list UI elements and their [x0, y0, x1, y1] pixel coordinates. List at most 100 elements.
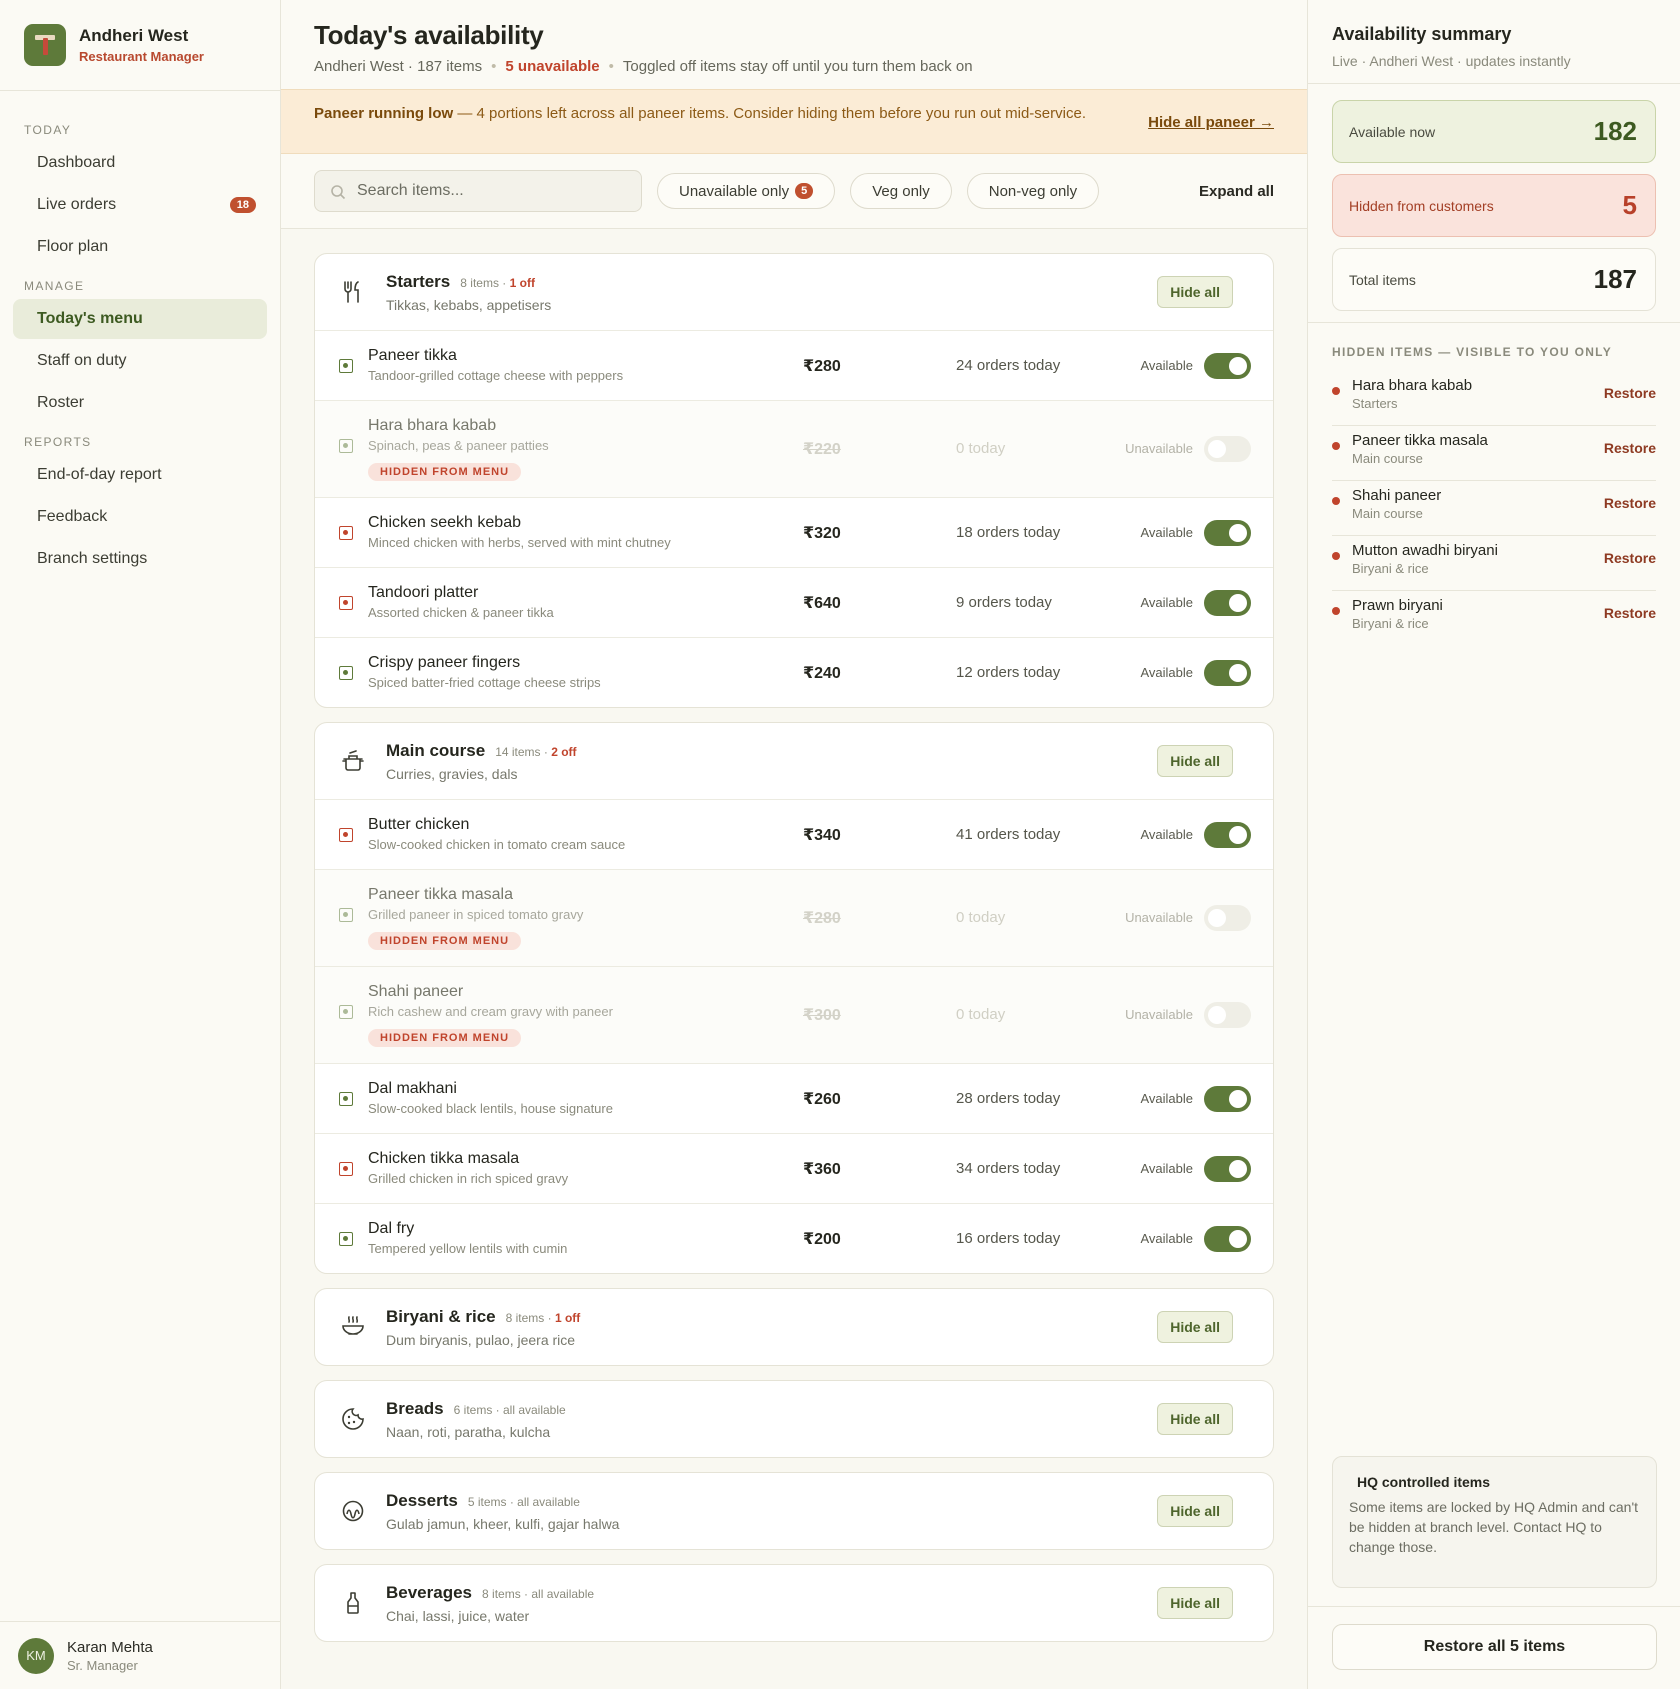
item-status: Available — [1140, 827, 1193, 842]
nav-section-label: TODAY — [24, 123, 72, 137]
hidden-item-name: Mutton awadhi biryani — [1352, 542, 1498, 559]
divider — [1308, 1606, 1680, 1607]
restore-all-button[interactable]: Restore all 5 items — [1332, 1624, 1657, 1670]
hidden-from-menu-badge: HIDDEN FROM MENU — [368, 1029, 522, 1047]
category-count: 14 items · — [495, 744, 552, 759]
bottle-icon — [347, 1592, 359, 1614]
brand-role: Restaurant Manager — [79, 49, 204, 64]
hidden-item-category: Main course — [1352, 451, 1423, 466]
category-title-line: Desserts 5 items · all available — [386, 1491, 619, 1511]
sidebar-item-feedback[interactable]: Feedback — [13, 497, 267, 537]
restore-button[interactable]: Restore — [1604, 605, 1656, 621]
hidden-items-list: Hara bhara kabab Starters Restore Paneer ti… — [1332, 371, 1656, 646]
brand: Andheri West Restaurant Manager — [0, 0, 280, 91]
item-orders-today: 28 orders today — [956, 1090, 1061, 1107]
sidebar-item-live-orders[interactable]: Live orders 18 — [13, 185, 267, 225]
sidebar-item-floor-plan[interactable]: Floor plan — [13, 227, 267, 267]
availability-toggle[interactable] — [1204, 1086, 1251, 1112]
category-header[interactable]: Main course 14 items · 2 off Curries, grav… — [315, 723, 1273, 799]
hidden-item-category: Starters — [1352, 396, 1398, 411]
sidebar-item-dashboard[interactable]: Dashboard — [13, 143, 267, 183]
sidebar-item-label: Live orders — [37, 196, 117, 213]
availability-toggle[interactable] — [1204, 1156, 1251, 1182]
item-price: ₹300 — [803, 1007, 841, 1024]
sidebar-item-branch-settings[interactable]: Branch settings — [13, 539, 267, 579]
restore-button[interactable]: Restore — [1604, 550, 1656, 566]
filter-unavailable-only[interactable]: Unavailable only 5 — [657, 173, 836, 209]
item-price: ₹200 — [803, 1231, 841, 1248]
category-description: Naan, roti, paratha, kulcha — [386, 1423, 551, 1440]
availability-toggle[interactable] — [1204, 822, 1251, 848]
category-description: Gulab jamun, kheer, kulfi, gajar halwa — [386, 1515, 620, 1532]
unavailable-count: 5 unavailable — [505, 58, 600, 75]
category-title-line: Main course 14 items · 2 off — [386, 741, 577, 761]
category-header[interactable]: Starters 8 items · 1 off Tikkas, kebabs, a… — [315, 254, 1273, 330]
menu-item-row: Paneer tikka masala Grilled paneer in spi… — [315, 869, 1273, 966]
category-text: Beverages 8 items · all available Chai, la… — [386, 1583, 594, 1624]
sidebar-item-today-s-menu[interactable]: Today's menu — [13, 299, 267, 339]
availability-toggle[interactable] — [1204, 353, 1251, 379]
availability-toggle[interactable] — [1204, 660, 1251, 686]
category-title-line: Breads 6 items · all available — [386, 1399, 566, 1419]
search-input[interactable]: Search items... — [314, 170, 642, 212]
hide-all-paneer-link[interactable]: Hide all paneer → — [1148, 114, 1274, 131]
availability-toggle[interactable] — [1204, 1226, 1251, 1252]
hide-all-button[interactable]: Hide all — [1157, 745, 1233, 777]
hq-title: HQ controlled items — [1357, 1474, 1491, 1490]
alert-message: — 4 portions left across all paneer item… — [453, 105, 1086, 122]
expand-all-button[interactable]: Expand all — [1199, 183, 1274, 200]
category-header[interactable]: Breads 6 items · all available Naan, roti,… — [315, 1381, 1273, 1457]
category-title-line: Starters 8 items · 1 off — [386, 272, 551, 292]
item-status: Available — [1140, 358, 1193, 373]
low-stock-alert: Paneer running low — 4 portions left acr… — [281, 89, 1307, 154]
summary-subtitle: Live · Andheri West · updates instantly — [1332, 53, 1571, 69]
category-header[interactable]: Desserts 5 items · all available Gulab jam… — [315, 1473, 1273, 1549]
filter-nonveg-only[interactable]: Non-veg only — [966, 173, 1100, 209]
sidebar-item-end-of-day-report[interactable]: End-of-day report — [13, 455, 267, 495]
nonveg-marker-icon — [339, 596, 353, 610]
category-header[interactable]: Biryani & rice 8 items · 1 off Dum biryani… — [315, 1289, 1273, 1365]
hidden-dot-icon — [1332, 387, 1340, 395]
restore-button[interactable]: Restore — [1604, 385, 1656, 401]
category-text: Main course 14 items · 2 off Curries, grav… — [386, 741, 577, 782]
hidden-item: Hara bhara kabab Starters Restore — [1332, 371, 1656, 426]
item-orders-today: 0 today — [956, 909, 1006, 926]
hide-all-button[interactable]: Hide all — [1157, 1587, 1233, 1619]
item-description: Minced chicken with herbs, served with m… — [368, 535, 671, 550]
sidebar-item-label: Floor plan — [37, 238, 109, 255]
item-name: Dal fry — [368, 1220, 415, 1237]
hidden-dot-icon — [1332, 607, 1340, 615]
category-header[interactable]: Beverages 8 items · all available Chai, la… — [315, 1565, 1273, 1641]
item-status: Available — [1140, 665, 1193, 680]
sidebar-item-staff-on-duty[interactable]: Staff on duty — [13, 341, 267, 381]
availability-toggle[interactable] — [1204, 905, 1251, 931]
item-description: Slow-cooked black lentils, house signatu… — [368, 1101, 613, 1116]
restore-button[interactable]: Restore — [1604, 440, 1656, 456]
user-profile[interactable]: KM Karan Mehta Sr. Manager — [0, 1621, 280, 1689]
stat-total-items: Total items 187 — [1332, 248, 1656, 311]
availability-toggle[interactable] — [1204, 590, 1251, 616]
category-description: Dum biryanis, pulao, jeera rice — [386, 1331, 576, 1348]
category-title: Main course — [386, 740, 486, 760]
category-count: 8 items · — [505, 1310, 555, 1325]
branch-item-count: Andheri West · 187 items — [314, 58, 483, 75]
availability-toggle[interactable] — [1204, 520, 1251, 546]
summary-title: Availability summary — [1332, 24, 1512, 44]
availability-toggle[interactable] — [1204, 1002, 1251, 1028]
item-description: Tandoor-grilled cottage cheese with pepp… — [368, 368, 624, 383]
nav-section-label: REPORTS — [24, 435, 92, 449]
hide-all-button[interactable]: Hide all — [1157, 276, 1233, 308]
hide-all-button[interactable]: Hide all — [1157, 1403, 1233, 1435]
sidebar-item-roster[interactable]: Roster — [13, 383, 267, 423]
menu-item-row: Chicken seekh kebab Minced chicken with h… — [315, 497, 1273, 567]
item-description: Grilled chicken in rich spiced gravy — [368, 1171, 569, 1186]
item-status: Available — [1140, 1161, 1193, 1176]
restore-button[interactable]: Restore — [1604, 495, 1656, 511]
filter-veg-only[interactable]: Veg only — [850, 173, 952, 209]
hide-all-button[interactable]: Hide all — [1157, 1311, 1233, 1343]
hide-all-button[interactable]: Hide all — [1157, 1495, 1233, 1527]
menu-item-row: Shahi paneer Rich cashew and cream gravy … — [315, 966, 1273, 1063]
veg-marker-icon — [339, 1005, 353, 1019]
stat-hidden: Hidden from customers 5 — [1332, 174, 1656, 237]
availability-toggle[interactable] — [1204, 436, 1251, 462]
